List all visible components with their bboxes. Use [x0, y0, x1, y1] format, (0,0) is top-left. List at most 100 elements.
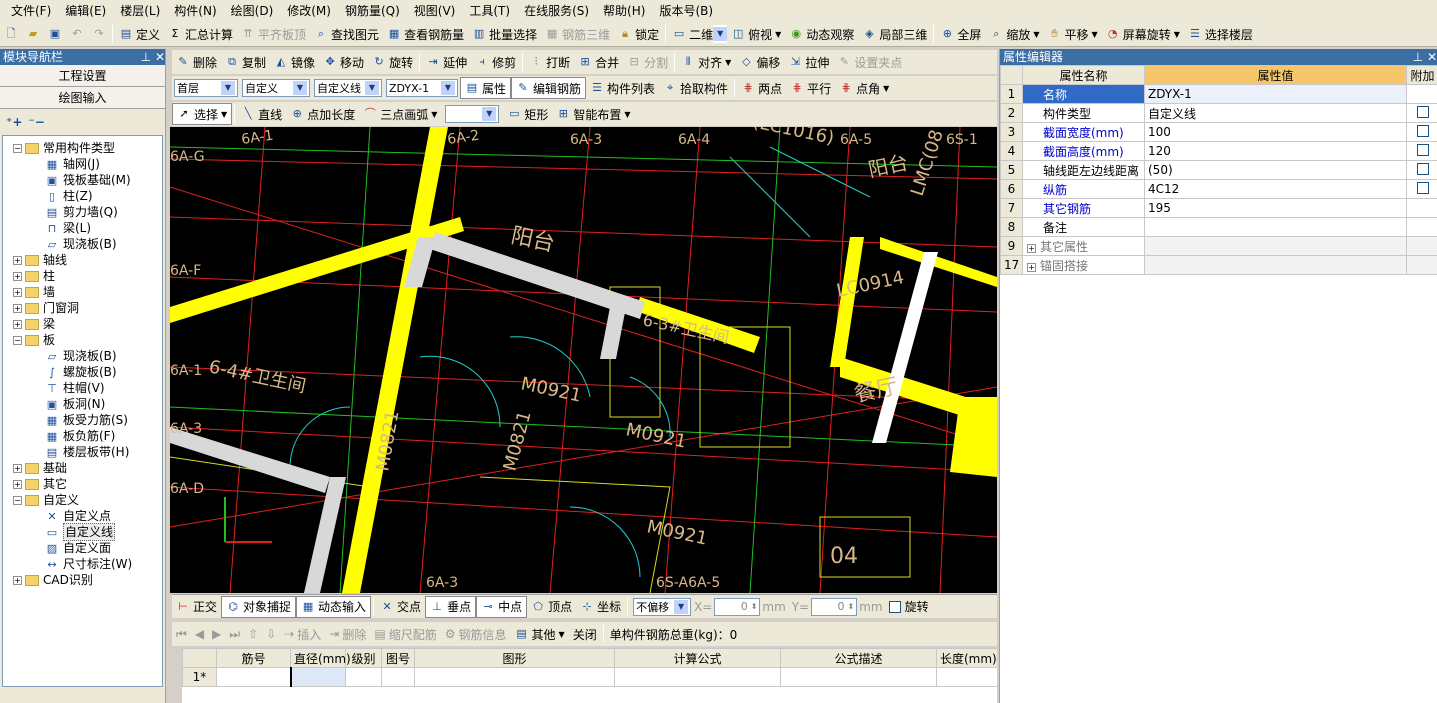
expand-icon[interactable]: + — [13, 287, 22, 297]
tree-item[interactable]: − 自定义 — [13, 492, 162, 508]
add-checkbox[interactable] — [1416, 143, 1429, 156]
undo-button[interactable]: ↶ — [66, 23, 88, 45]
property-row[interactable]: 3 截面宽度(mm) 100 — [1000, 122, 1437, 142]
menu-item-8[interactable]: 工具(T) — [462, 1, 517, 21]
cell-bar-no[interactable] — [216, 667, 291, 687]
tree-item[interactable]: ▨ 自定义面 — [13, 540, 162, 556]
property-row[interactable]: 8 备注 — [1000, 217, 1437, 237]
property-value[interactable]: 120 — [1144, 141, 1407, 161]
align-button[interactable]: ⫴ 对齐 ▼ — [677, 51, 735, 73]
move-up-button[interactable]: ⇧ — [244, 623, 262, 645]
add-checkbox[interactable] — [1416, 124, 1429, 137]
coord-snap-button[interactable]: ⊹ 坐标 — [576, 596, 625, 618]
pan-button[interactable]: ✋︎ 平移 ▼ — [1044, 23, 1102, 45]
menu-item-9[interactable]: 在线服务(S) — [517, 1, 596, 21]
rotate-button[interactable]: ↻ 旋转 — [368, 51, 417, 73]
offset-mode-select[interactable]: 不偏移 ▼ — [633, 597, 692, 616]
expand-icon[interactable]: + — [13, 575, 22, 585]
top-view-button[interactable]: ◫ 俯视 ▼ — [727, 23, 785, 45]
y-input[interactable]: 0 ⬍ — [811, 597, 858, 616]
tree-item[interactable]: + 梁 — [13, 316, 162, 332]
tree-item[interactable]: ▣ 板洞(N) — [13, 396, 162, 412]
menu-item-6[interactable]: 钢筋量(Q) — [338, 1, 407, 21]
tree-item[interactable]: + CAD识别 — [13, 572, 162, 588]
component-list-button[interactable]: ☰ 构件列表 — [586, 77, 659, 99]
project-settings-button[interactable]: 工程设置 — [0, 65, 165, 87]
delete-button[interactable]: ✎ 删除 — [172, 51, 221, 73]
drawing-input-button[interactable]: 绘图输入 — [0, 87, 165, 109]
component-select[interactable]: ZDYX-1 ▼ — [386, 79, 458, 97]
drawing-canvas[interactable]: 6A-1 6A-2 6A-3 6A-4 6A-5 6S-1 6A-G 6A-F 6A-1 6A-3… — [170, 127, 997, 593]
cell-diameter[interactable] — [289, 667, 346, 687]
select-button[interactable]: ➚ 选择 ▼ — [172, 103, 233, 125]
property-value[interactable]: 自定义线 — [1144, 103, 1407, 123]
tree-item[interactable]: ▭ 自定义线 — [13, 523, 162, 541]
tree-item[interactable]: ▦ 板受力筋(S) — [13, 412, 162, 428]
full-screen-button[interactable]: ⊕ 全屏 — [936, 23, 985, 45]
close-rebar-button[interactable]: 关闭 — [569, 623, 601, 645]
midpoint-snap-button[interactable]: ⊸ 中点 — [476, 595, 528, 618]
move-down-button[interactable]: ⇩ — [262, 623, 280, 645]
parallel-button[interactable]: ⋕ 平行 — [786, 77, 835, 99]
close-icon[interactable]: ✕ — [155, 50, 165, 64]
tree-item[interactable]: + 其它 — [13, 476, 162, 492]
edit-rebar-button[interactable]: ✎ 编辑钢筋 — [511, 77, 587, 99]
new-file-button[interactable]: 🗋 — [0, 23, 22, 45]
rebar-info-button[interactable]: ⚙ 钢筋信息 — [441, 623, 511, 645]
tree-item[interactable]: ▯ 柱(Z) — [13, 188, 162, 204]
type-select[interactable]: 自定义线 ▼ — [314, 79, 382, 97]
tree-item[interactable]: + 基础 — [13, 460, 162, 476]
property-row[interactable]: 9 + 其它属性 — [1000, 236, 1437, 256]
add-checkbox[interactable] — [1416, 181, 1429, 194]
expand-icon[interactable]: + — [13, 463, 22, 473]
cell-shape[interactable] — [414, 667, 615, 687]
floor-select[interactable]: 首层 ▼ — [174, 79, 238, 97]
point-angle-button[interactable]: ⋕ 点角 ▼ — [835, 77, 893, 99]
tree-item[interactable]: − 板 — [13, 332, 162, 348]
property-row[interactable]: 5 轴线距左边线距离 (50) — [1000, 160, 1437, 180]
pin-icon[interactable]: ⊥ — [1413, 50, 1423, 64]
arc-mode-select[interactable]: ▼ — [445, 105, 500, 123]
tree-item[interactable]: − 常用构件类型 — [13, 140, 162, 156]
ortho-button[interactable]: ⊢ 正交 — [172, 596, 221, 618]
view-2d-dropdown[interactable]: ▼ — [713, 25, 728, 43]
expand-all-icon[interactable]: ⁺+ — [6, 115, 22, 129]
tree-item[interactable]: + 柱 — [13, 268, 162, 284]
batch-select-button[interactable]: ▥ 批量选择 — [468, 23, 541, 45]
merge-button[interactable]: ⊞ 合并 — [574, 51, 623, 73]
property-value[interactable]: 100 — [1144, 122, 1407, 142]
property-row[interactable]: 2 构件类型 自定义线 — [1000, 103, 1437, 123]
tree-item[interactable]: ✕ 自定义点 — [13, 508, 162, 524]
find-element-button[interactable]: ⌕ 查找图元 — [310, 23, 383, 45]
tree-item[interactable]: ▦ 板负筋(F) — [13, 428, 162, 444]
break-button[interactable]: ⫶ 打断 — [525, 51, 574, 73]
collapse-all-icon[interactable]: ⁻− — [28, 115, 44, 129]
view-2d-button[interactable]: ▭ 二维 — [668, 23, 713, 45]
add-checkbox[interactable] — [1416, 162, 1429, 175]
property-value[interactable] — [1144, 236, 1407, 256]
properties-button[interactable]: ▤ 属性 — [460, 77, 512, 99]
menu-item-7[interactable]: 视图(V) — [407, 1, 463, 21]
tree-item[interactable]: ⊤ 柱帽(V) — [13, 380, 162, 396]
collapse-icon[interactable]: − — [13, 495, 22, 505]
tree-item[interactable]: ▱ 现浇板(B) — [13, 236, 162, 252]
lock-button[interactable]: 🔒︎ 锁定 — [614, 23, 663, 45]
offset-button[interactable]: ◇ 偏移 — [735, 51, 784, 73]
tree-item[interactable]: ⊓ 梁(L) — [13, 220, 162, 236]
prev-record-button[interactable]: ◀ — [191, 623, 208, 645]
tree-item[interactable]: ↔ 尺寸标注(W) — [13, 556, 162, 572]
open-file-button[interactable]: ▰ — [22, 23, 44, 45]
expand-icon[interactable]: + — [1027, 243, 1036, 253]
scale-rebar-button[interactable]: ▤ 缩尺配筋 — [370, 623, 440, 645]
menu-item-0[interactable]: 文件(F) — [4, 1, 58, 21]
dynamic-orbit-button[interactable]: ◉ 动态观察 — [785, 23, 858, 45]
tree-item[interactable]: ▱ 现浇板(B) — [13, 348, 162, 364]
collapse-icon[interactable]: − — [13, 143, 22, 153]
property-value[interactable]: ZDYX-1 — [1144, 84, 1407, 104]
close-icon[interactable]: ✕ — [1427, 50, 1437, 64]
flush-slab-button[interactable]: ⇈ 平齐板顶 — [237, 23, 310, 45]
menu-item-1[interactable]: 编辑(E) — [58, 1, 113, 21]
property-value[interactable]: (50) — [1144, 160, 1407, 180]
first-record-button[interactable]: ⏮ — [172, 623, 191, 645]
line-button[interactable]: ╲ 直线 — [237, 103, 286, 125]
